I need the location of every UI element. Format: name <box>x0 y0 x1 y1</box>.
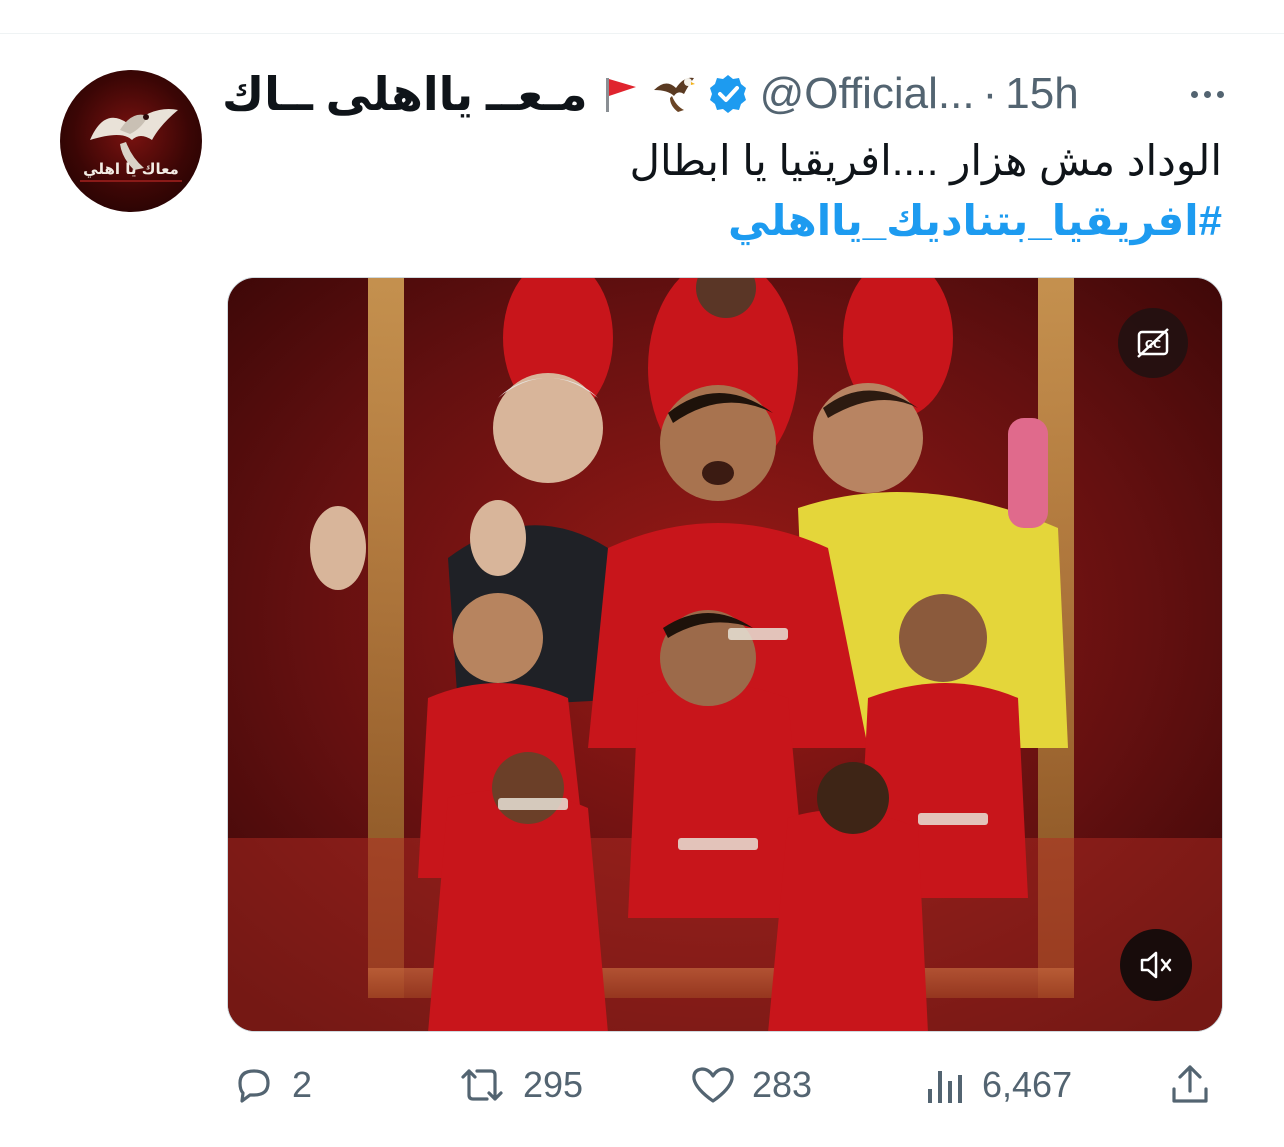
volume-muted-icon <box>1140 951 1172 979</box>
reply-button[interactable]: 2 <box>230 1055 312 1115</box>
closed-captions-off-icon: CC <box>1137 328 1169 358</box>
retweet-icon <box>461 1069 503 1101</box>
share-button[interactable] <box>1166 1055 1214 1115</box>
views-button[interactable]: 6,467 <box>922 1055 1072 1115</box>
avatar[interactable]: معاك يا اهلي <box>60 70 202 212</box>
like-count: 283 <box>752 1064 813 1105</box>
views-count: 6,467 <box>982 1064 1073 1105</box>
tweet-video[interactable]: CC <box>227 277 1223 1032</box>
red-flag-icon <box>598 72 642 116</box>
verified-badge-icon[interactable] <box>706 72 750 116</box>
retweet-count: 295 <box>523 1064 584 1105</box>
top-divider <box>0 33 1284 34</box>
team-poster-image <box>228 278 1222 1031</box>
eagle-emoji-icon <box>652 72 696 116</box>
share-icon <box>1172 1065 1208 1103</box>
tweet-header: مـعــ يااهلى ــاك @Official... · 15h <box>222 64 1232 124</box>
more-options-button[interactable] <box>1182 76 1232 112</box>
avatar-caption: معاك يا اهلي <box>83 160 179 178</box>
like-button[interactable]: 283 <box>688 1055 812 1115</box>
more-dot-icon <box>1203 90 1211 98</box>
heart-icon <box>692 1067 734 1103</box>
more-dot-icon <box>1216 90 1224 98</box>
tweet-timestamp[interactable]: 15h <box>1005 69 1078 119</box>
hashtag-link[interactable]: #افريقيا_بتناديك_يااهلي <box>222 192 1222 250</box>
display-name[interactable]: مـعــ يااهلى ــاك <box>222 67 588 121</box>
views-chart-icon <box>928 1071 962 1103</box>
tweet-action-bar: 2 295 283 6,467 <box>222 1055 1232 1115</box>
reply-count: 2 <box>292 1064 313 1105</box>
user-handle[interactable]: @Official... <box>760 69 975 119</box>
retweet-button[interactable]: 295 <box>455 1055 583 1115</box>
separator-dot: · <box>982 69 998 118</box>
eagle-logo-icon: معاك يا اهلي <box>80 109 182 182</box>
captions-button[interactable]: CC <box>1118 308 1188 378</box>
tweet-text: الوداد مش هزار ....افريقيا يا ابطال <box>629 137 1222 184</box>
mute-button[interactable] <box>1120 929 1192 1001</box>
reply-icon <box>238 1069 270 1103</box>
more-dot-icon <box>1190 90 1198 98</box>
